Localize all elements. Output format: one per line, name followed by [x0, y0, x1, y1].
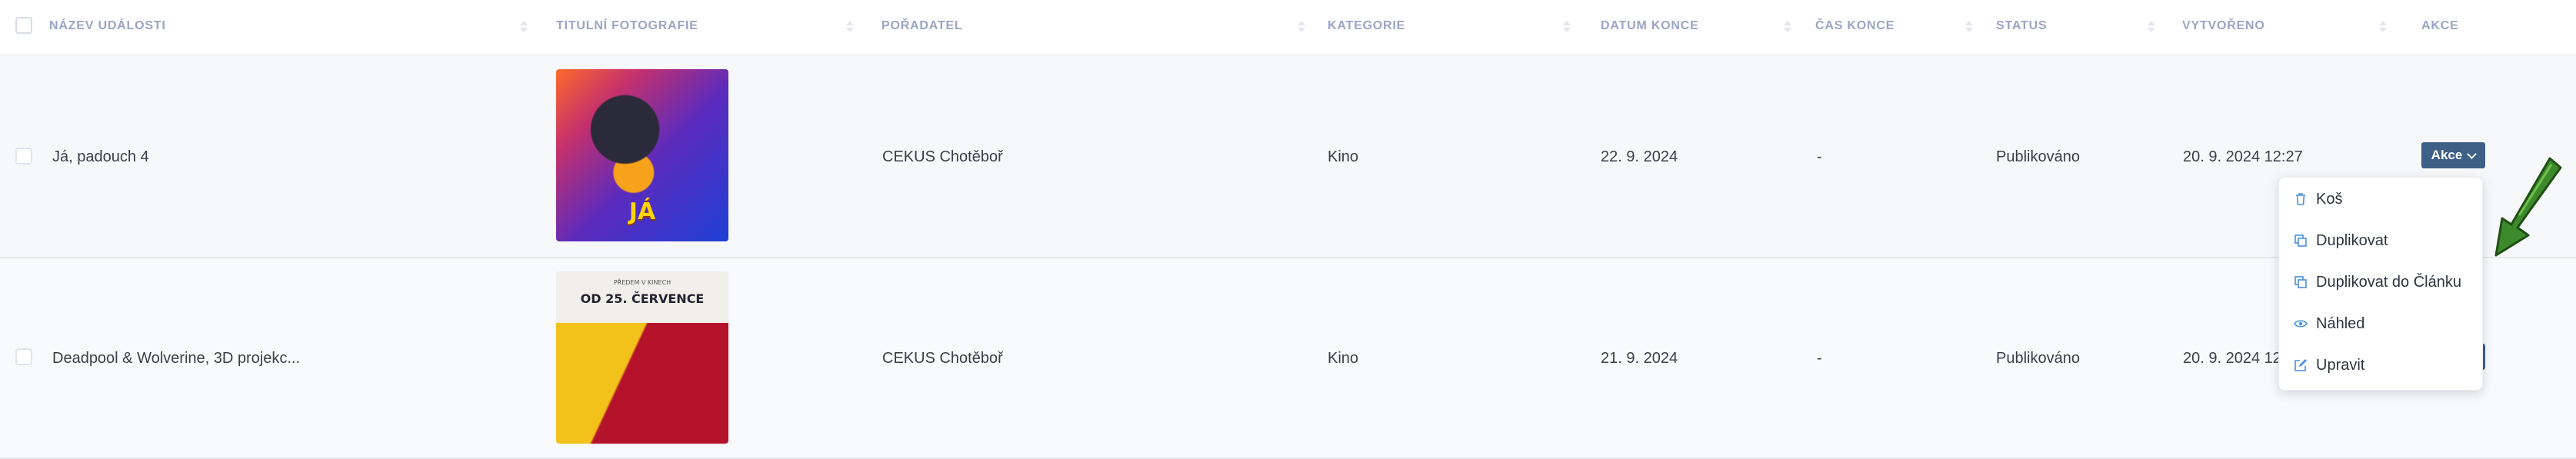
- sort-icon[interactable]: [2378, 18, 2388, 35]
- menu-item-duplicate-to-article[interactable]: Duplikovat do Článku: [2279, 261, 2484, 303]
- trash-icon: [2294, 192, 2308, 206]
- poster-subtitle: PŘEDEM V KINECH: [613, 279, 671, 286]
- eye-icon: [2294, 317, 2308, 331]
- event-poster[interactable]: PŘEDEM V KINECH OD 25. ČERVENCE: [556, 271, 728, 444]
- poster-title: OD 25. ČERVENCE: [580, 291, 705, 306]
- row-checkbox[interactable]: [15, 148, 32, 165]
- end-date: 22. 9. 2024: [1601, 148, 1678, 165]
- end-time: -: [1817, 350, 1822, 367]
- sort-icon[interactable]: [1964, 18, 1974, 35]
- end-date: 21. 9. 2024: [1601, 350, 1678, 367]
- end-time: -: [1817, 148, 1822, 165]
- event-poster[interactable]: JÁ: [556, 69, 728, 241]
- menu-item-label: Duplikovat do Článku: [2316, 273, 2461, 291]
- created: 20. 9. 2024 12: [2183, 350, 2281, 367]
- menu-item-edit[interactable]: Upravit: [2279, 344, 2484, 386]
- actions-dropdown-menu: Koš Duplikovat Duplikovat do Článku Náhl…: [2278, 177, 2483, 391]
- sort-icon[interactable]: [1296, 18, 1307, 35]
- header-created[interactable]: VYTVOŘENO: [2182, 19, 2265, 33]
- menu-item-preview[interactable]: Náhled: [2279, 303, 2484, 344]
- header-status[interactable]: STATUS: [1996, 19, 2047, 33]
- sort-icon[interactable]: [1561, 18, 1572, 35]
- event-name[interactable]: Deadpool & Wolverine, 3D projekc...: [52, 350, 300, 368]
- event-name[interactable]: Já, padouch 4: [52, 148, 149, 166]
- header-name[interactable]: NÁZEV UDÁLOSTI: [49, 19, 166, 33]
- table-header: NÁZEV UDÁLOSTI TITULNÍ FOTOGRAFIE POŘADA…: [0, 0, 2576, 56]
- header-photo[interactable]: TITULNÍ FOTOGRAFIE: [556, 19, 698, 33]
- actions-button-label: Akce: [2431, 148, 2463, 162]
- actions-button[interactable]: Akce: [2421, 142, 2485, 168]
- category: Kino: [1328, 350, 1359, 367]
- menu-item-label: Upravit: [2316, 356, 2365, 374]
- sort-icon[interactable]: [518, 18, 529, 35]
- chevron-down-icon: [2467, 148, 2478, 159]
- edit-icon: [2294, 358, 2308, 372]
- organizer: CEKUS Chotěboř: [882, 350, 1003, 367]
- menu-item-label: Duplikovat: [2316, 231, 2388, 249]
- sort-icon[interactable]: [1782, 18, 1793, 35]
- row-checkbox[interactable]: [15, 348, 32, 365]
- status: Publikováno: [1996, 350, 2080, 367]
- sort-icon[interactable]: [845, 18, 855, 35]
- select-all-checkbox[interactable]: [15, 17, 32, 34]
- copy-icon: [2294, 234, 2308, 248]
- header-end-time[interactable]: ČAS KONCE: [1815, 19, 1895, 33]
- menu-item-delete[interactable]: Koš: [2279, 178, 2484, 220]
- organizer: CEKUS Chotěboř: [882, 148, 1003, 165]
- status: Publikováno: [1996, 148, 2080, 165]
- header-actions: AKCE: [2421, 19, 2459, 32]
- sort-icon[interactable]: [2146, 18, 2157, 35]
- menu-item-label: Náhled: [2316, 314, 2365, 332]
- poster-title: JÁ: [628, 198, 656, 225]
- header-organizer[interactable]: POŘADATEL: [881, 19, 963, 33]
- copy-icon: [2294, 275, 2308, 289]
- menu-item-duplicate[interactable]: Duplikovat: [2279, 220, 2484, 261]
- category: Kino: [1328, 148, 1359, 165]
- header-category[interactable]: KATEGORIE: [1328, 19, 1405, 33]
- header-end-date[interactable]: DATUM KONCE: [1601, 19, 1699, 33]
- menu-item-label: Koš: [2316, 190, 2343, 208]
- created: 20. 9. 2024 12:27: [2183, 148, 2303, 165]
- annotation-arrow-icon: [2494, 157, 2562, 257]
